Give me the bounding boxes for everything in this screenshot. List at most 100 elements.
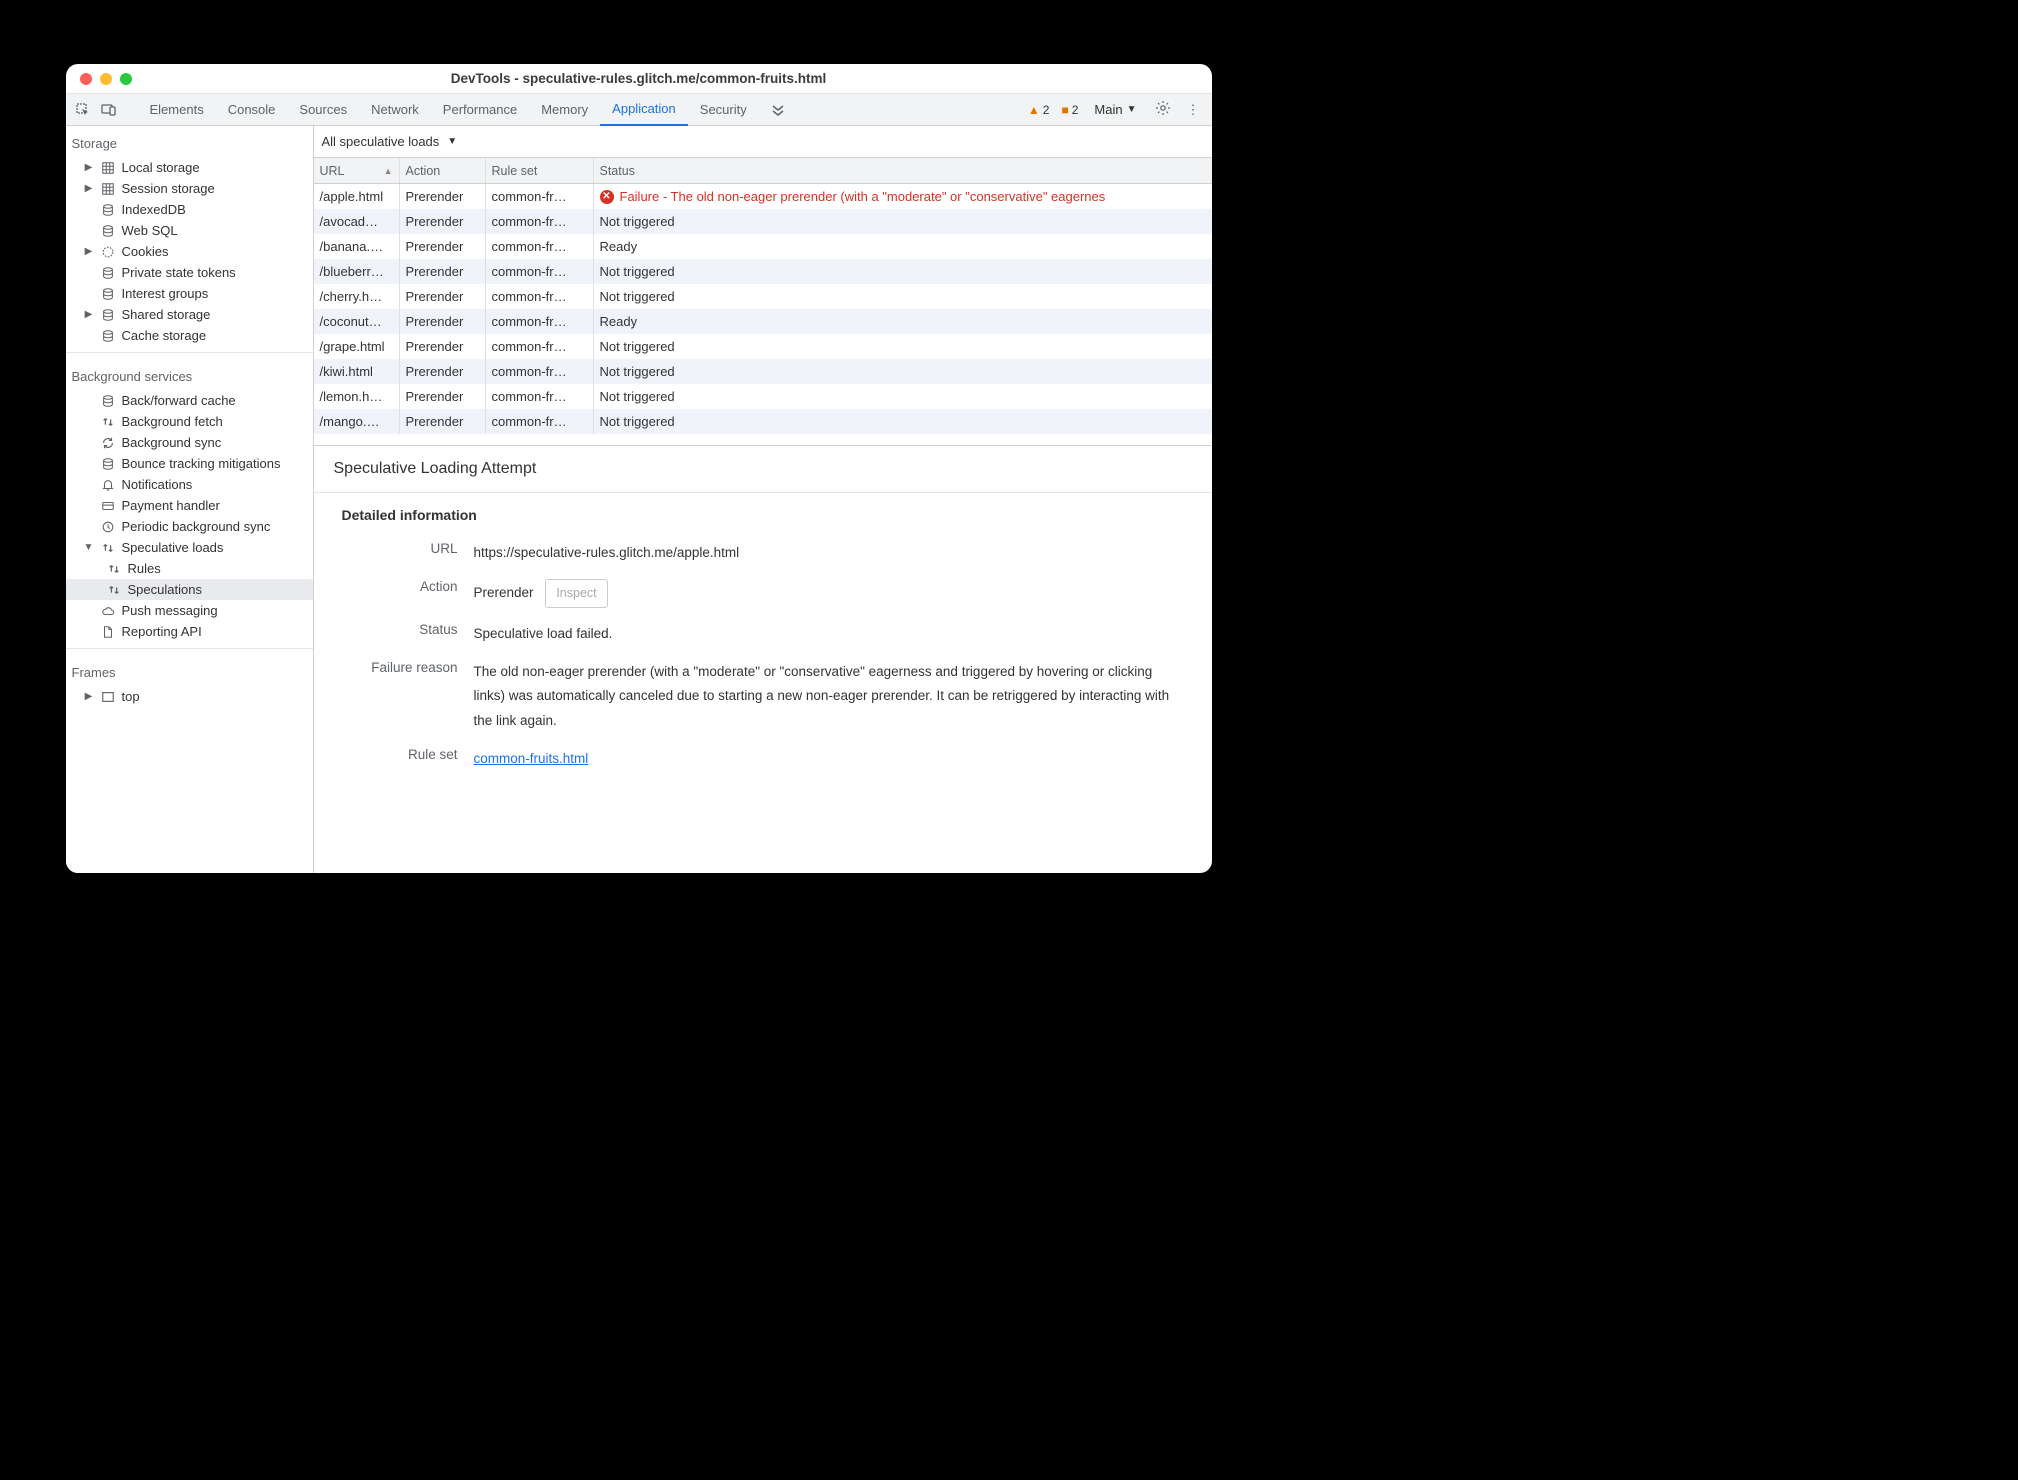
- sidebar-item-push-messaging[interactable]: Push messaging: [66, 600, 313, 621]
- cell-ruleset: common-fr…: [486, 359, 594, 384]
- detail-status-value: Speculative load failed.: [474, 622, 1188, 646]
- ruleset-link[interactable]: common-fruits.html: [474, 751, 589, 766]
- sidebar-item-cache-storage[interactable]: Cache storage: [66, 325, 313, 346]
- table-row[interactable]: /cherry.h…Prerendercommon-fr…Not trigger…: [314, 284, 1212, 309]
- tab-security[interactable]: Security: [688, 94, 759, 126]
- table-row[interactable]: /avocad…Prerendercommon-fr…Not triggered: [314, 209, 1212, 234]
- col-action[interactable]: Action: [400, 158, 486, 183]
- tree-item-label: Periodic background sync: [122, 519, 271, 534]
- device-icon[interactable]: [98, 99, 120, 121]
- sidebar-item-indexeddb[interactable]: IndexedDB: [66, 199, 313, 220]
- tree-item-label: Web SQL: [122, 223, 178, 238]
- table-row[interactable]: /lemon.h…Prerendercommon-fr…Not triggere…: [314, 384, 1212, 409]
- kebab-menu-icon[interactable]: ⋮: [1181, 102, 1206, 118]
- detail-action-key: Action: [338, 579, 458, 608]
- tree-item-label: Shared storage: [122, 307, 211, 322]
- clock-icon: [100, 519, 116, 535]
- cell-action: Prerender: [400, 334, 486, 359]
- cell-action: Prerender: [400, 384, 486, 409]
- cell-url: /blueberr…: [314, 259, 400, 284]
- tree-item-label: Cookies: [122, 244, 169, 259]
- sidebar-item-reporting-api[interactable]: Reporting API: [66, 621, 313, 642]
- tree-item-label: Payment handler: [122, 498, 220, 513]
- target-selector[interactable]: Main ▼: [1086, 102, 1144, 117]
- table-row[interactable]: /grape.htmlPrerendercommon-fr…Not trigge…: [314, 334, 1212, 359]
- sidebar-item-private-state-tokens[interactable]: Private state tokens: [66, 262, 313, 283]
- cell-status: Not triggered: [594, 409, 1212, 434]
- frame-icon: [100, 689, 116, 705]
- settings-icon[interactable]: [1149, 100, 1177, 119]
- tab-application[interactable]: Application: [600, 94, 688, 126]
- inspect-icon[interactable]: [72, 99, 94, 121]
- cell-ruleset: common-fr…: [486, 184, 594, 209]
- table-row[interactable]: /blueberr…Prerendercommon-fr…Not trigger…: [314, 259, 1212, 284]
- tab-performance[interactable]: Performance: [431, 94, 529, 126]
- table-row[interactable]: /coconut…Prerendercommon-fr…Ready: [314, 309, 1212, 334]
- expand-arrow-icon: ▶: [84, 183, 94, 194]
- detail-url-value: https://speculative-rules.glitch.me/appl…: [474, 541, 1188, 565]
- warning-count: 2: [1043, 103, 1050, 117]
- cell-ruleset: common-fr…: [486, 309, 594, 334]
- titlebar: DevTools - speculative-rules.glitch.me/c…: [66, 64, 1212, 94]
- cell-status: Not triggered: [594, 334, 1212, 359]
- tree-item-label: Speculations: [128, 582, 202, 597]
- filter-label: All speculative loads: [322, 134, 440, 149]
- cell-ruleset: common-fr…: [486, 259, 594, 284]
- cell-status: Not triggered: [594, 359, 1212, 384]
- warnings-badge[interactable]: ▲ 2: [1024, 103, 1054, 117]
- col-url[interactable]: URL▲: [314, 158, 400, 183]
- updown-icon: [100, 414, 116, 430]
- db-icon: [100, 456, 116, 472]
- filter-dropdown[interactable]: All speculative loads ▼: [322, 134, 458, 149]
- target-label: Main: [1094, 102, 1122, 117]
- table-row[interactable]: /kiwi.htmlPrerendercommon-fr…Not trigger…: [314, 359, 1212, 384]
- col-ruleset[interactable]: Rule set: [486, 158, 594, 183]
- cell-action: Prerender: [400, 259, 486, 284]
- sidebar-item-local-storage[interactable]: ▶Local storage: [66, 157, 313, 178]
- table-row[interactable]: /mango.…Prerendercommon-fr…Not triggered: [314, 409, 1212, 434]
- detail-action-value: Prerender Inspect: [474, 579, 1188, 608]
- cell-ruleset: common-fr…: [486, 209, 594, 234]
- sidebar-item-background-fetch[interactable]: Background fetch: [66, 411, 313, 432]
- sidebar-item-bounce-tracking-mitigations[interactable]: Bounce tracking mitigations: [66, 453, 313, 474]
- tree-item-label: Push messaging: [122, 603, 218, 618]
- cookie-icon: [100, 244, 116, 260]
- tab-sources[interactable]: Sources: [287, 94, 359, 126]
- cell-ruleset: common-fr…: [486, 334, 594, 359]
- tab-network[interactable]: Network: [359, 94, 431, 126]
- sidebar-item-web-sql[interactable]: Web SQL: [66, 220, 313, 241]
- tab-memory[interactable]: Memory: [529, 94, 600, 126]
- cell-url: /kiwi.html: [314, 359, 400, 384]
- tree-item-label: Background sync: [122, 435, 222, 450]
- more-tabs-icon[interactable]: [767, 99, 789, 121]
- sidebar-item-interest-groups[interactable]: Interest groups: [66, 283, 313, 304]
- cell-url: /avocad…: [314, 209, 400, 234]
- sidebar-item-speculations[interactable]: Speculations: [66, 579, 313, 600]
- tab-elements[interactable]: Elements: [138, 94, 216, 126]
- sidebar-item-rules[interactable]: Rules: [66, 558, 313, 579]
- card-icon: [100, 498, 116, 514]
- sidebar-item-notifications[interactable]: Notifications: [66, 474, 313, 495]
- sidebar-item-periodic-background-sync[interactable]: Periodic background sync: [66, 516, 313, 537]
- cell-action: Prerender: [400, 409, 486, 434]
- table-row[interactable]: /apple.htmlPrerendercommon-fr…✕Failure -…: [314, 184, 1212, 209]
- chevron-down-icon: ▼: [1127, 104, 1137, 115]
- tree-item-label: Notifications: [122, 477, 193, 492]
- sidebar-item-shared-storage[interactable]: ▶Shared storage: [66, 304, 313, 325]
- cell-url: /mango.…: [314, 409, 400, 434]
- sidebar-item-session-storage[interactable]: ▶Session storage: [66, 178, 313, 199]
- tree-item-label: Cache storage: [122, 328, 207, 343]
- db-icon: [100, 265, 116, 281]
- sidebar-item-payment-handler[interactable]: Payment handler: [66, 495, 313, 516]
- table-row[interactable]: /banana.…Prerendercommon-fr…Ready: [314, 234, 1212, 259]
- inspect-button[interactable]: Inspect: [545, 579, 607, 608]
- sidebar-item-speculative-loads[interactable]: ▼Speculative loads: [66, 537, 313, 558]
- issues-badge[interactable]: ■ 2: [1057, 103, 1082, 117]
- sidebar-item-back-forward-cache[interactable]: Back/forward cache: [66, 390, 313, 411]
- sidebar-item-background-sync[interactable]: Background sync: [66, 432, 313, 453]
- tab-console[interactable]: Console: [216, 94, 288, 126]
- col-status[interactable]: Status: [594, 158, 1212, 183]
- frames-top-item[interactable]: ▶ top: [66, 686, 313, 707]
- sidebar-item-cookies[interactable]: ▶Cookies: [66, 241, 313, 262]
- sync-icon: [100, 435, 116, 451]
